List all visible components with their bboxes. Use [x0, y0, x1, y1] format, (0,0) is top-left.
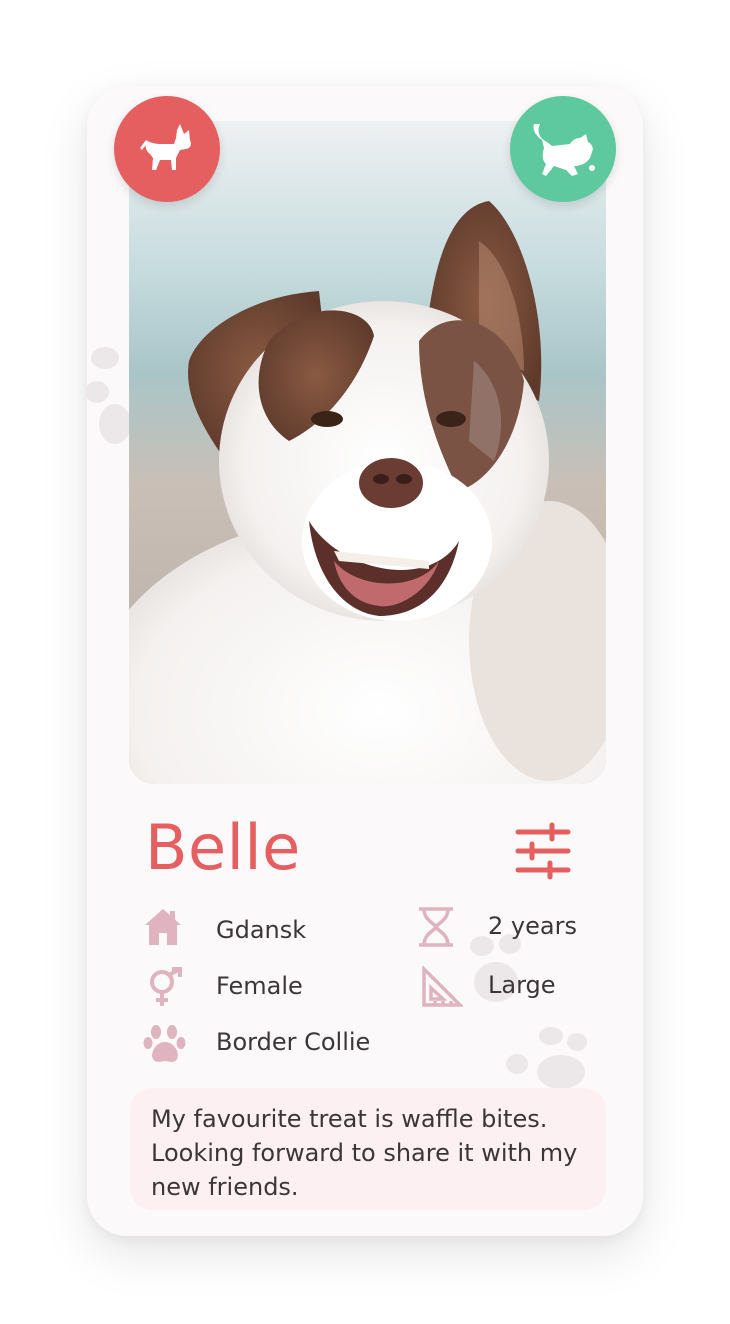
- paw-watermark-icon: [85, 347, 131, 444]
- hourglass-icon: [419, 907, 453, 947]
- dislike-button[interactable]: [114, 96, 220, 202]
- like-button[interactable]: [510, 96, 616, 202]
- pet-photo: [129, 121, 606, 784]
- size-label: Large: [488, 971, 556, 999]
- home-icon: [145, 909, 181, 945]
- breed-label: Border Collie: [216, 1028, 371, 1056]
- bio-text: My favourite treat is waffle bites. Look…: [130, 1088, 606, 1210]
- dog-icon: [140, 124, 191, 170]
- gender-icon: [150, 967, 182, 1006]
- gender-label: Female: [216, 972, 303, 1000]
- sliders-icon: [515, 822, 571, 880]
- city-label: Gdansk: [216, 916, 307, 944]
- playful-dog-icon: [533, 124, 595, 176]
- paw-watermark-icon: [506, 1027, 587, 1089]
- age-label: 2 years: [488, 912, 577, 940]
- ruler-triangle-icon: [422, 966, 463, 1007]
- pet-name: Belle: [145, 811, 301, 884]
- paw-icon: [143, 1025, 186, 1062]
- filter-button[interactable]: [512, 822, 574, 880]
